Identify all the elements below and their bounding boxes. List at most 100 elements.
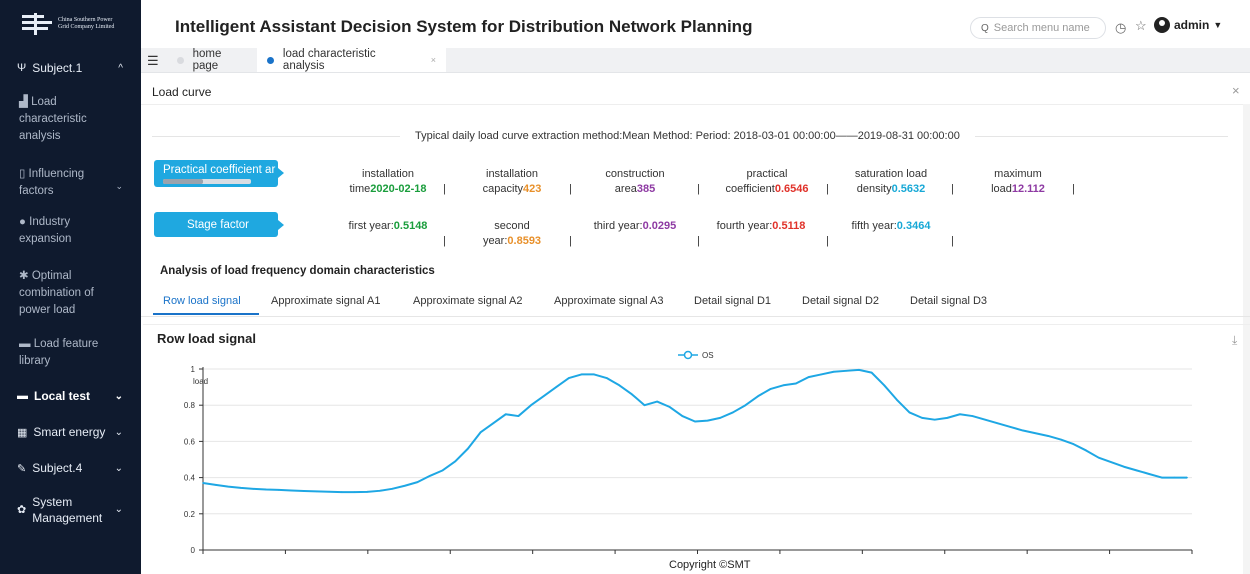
gear-icon: ✿ [17,504,27,516]
data-point [454,460,457,463]
separator: | [569,235,572,247]
data-point [580,373,583,376]
data-point [719,417,722,419]
grid-icon: ▦ [17,426,28,439]
panel-title: Load curve [152,85,212,99]
data-point [315,490,318,493]
sidebar-group-local-test[interactable]: ▬ Local test ⌄ [0,378,141,414]
stat-label: installation [362,168,414,180]
stat-value: 0.6546 [774,183,809,195]
y-tick-label: 0.2 [184,510,196,519]
caret-down-icon: ▼ [1213,20,1223,30]
stat-label: installation [486,168,538,180]
data-point [971,415,974,417]
subject-icon: Ψ [17,62,27,74]
data-point [504,413,507,416]
data-point [1097,456,1100,459]
practical-coefficient-button[interactable]: Practical coefficient ar [154,160,284,187]
y-axis-label: load [193,377,208,386]
stat-label: fifth year: [851,220,897,232]
stat-value: 12.112 [1011,183,1045,195]
logo-mark-icon [22,13,52,35]
data-point [227,485,230,488]
stage-factor-4: fifth year:0.3464 [821,219,961,234]
data-point [782,384,785,387]
sidebar-item-influencing-factors[interactable]: ▯ Influencing factors ⌄ [19,166,123,200]
stat-label: density [856,183,892,195]
user-menu[interactable]: admin ▼ [1154,17,1222,33]
sidebar-item-optimal-combination[interactable]: ✱ Optimal combination of power load [19,268,119,319]
clock-icon[interactable]: ◷ [1115,20,1126,36]
data-point [757,395,759,397]
signal-tab-2[interactable]: Approximate signal A2 [413,295,522,307]
menu-toggle-icon[interactable]: ☰ [147,53,159,69]
circle-icon: ● [19,216,26,228]
close-tab-icon[interactable]: × [431,55,436,65]
data-point [328,490,330,493]
sidebar-group-subject1[interactable]: Ψ Subject.1 ^ [0,50,141,86]
data-point [605,377,608,379]
sidebar-group-subject4[interactable]: ✎ Subject.4 ⌄ [0,450,141,486]
data-point [1186,476,1188,479]
sidebar-group-label: Smart energy [33,425,106,439]
sidebar-group-label: Local test [34,389,91,403]
sidebar-item-load-feature-library[interactable]: ▬ Load feature library [19,336,119,370]
data-point [555,386,558,388]
close-icon[interactable]: × [1232,83,1240,98]
tab-home-page[interactable]: home page [167,48,257,72]
signal-tab-0[interactable]: Row load signal [163,295,241,307]
separator: | [443,235,446,247]
sidebar-item-load-characteristic-analysis[interactable]: ▟ Load characteristic analysis [19,94,119,145]
divider [141,104,1250,105]
stat-label: area [614,183,637,195]
sidebar-group-smart-energy[interactable]: ▦ Smart energy ⌄ [0,414,141,450]
copyright: Copyright ©SMT [669,559,751,571]
signal-tab-1[interactable]: Approximate signal A1 [271,295,380,307]
signal-tab-5[interactable]: Detail signal D2 [802,295,879,307]
signal-tab-6[interactable]: Detail signal D3 [910,295,987,307]
stat-label: first year: [348,220,394,232]
data-point [668,406,671,408]
scrollbar[interactable] [1243,104,1250,574]
data-point [303,490,305,492]
data-point [643,404,646,407]
search-input[interactable]: Q Search menu name [970,17,1106,39]
data-point [694,420,696,423]
data-point [769,388,772,390]
stat-value: 385 [636,183,656,195]
chevron-down-icon: ⌄ [114,426,123,438]
stat-value: 0.5148 [393,220,428,232]
y-tick-label: 1 [191,365,196,374]
stat-label: practical [746,168,788,180]
signal-tab-3[interactable]: Approximate signal A3 [554,295,663,307]
sidebar-group-system-management[interactable]: ✿ System Management ⌄ [0,490,141,530]
sidebar-item-label: Influencing factors [19,168,85,197]
data-point [404,484,406,487]
data-point [1047,435,1050,437]
stat-value: 0.5632 [891,183,926,195]
stat-label: second [494,220,530,232]
stat-label: time [349,183,371,195]
stage-factor-0: first year:0.5148 [318,219,458,234]
signal-tab-4[interactable]: Detail signal D1 [694,295,771,307]
download-icon[interactable]: ⤓ [1232,333,1237,348]
data-point [1123,465,1125,468]
data-point [883,384,886,387]
sidebar-item-industry-expansion[interactable]: ● Industry expansion [19,214,119,248]
data-point [896,398,898,401]
stat-value: 0.5118 [772,220,806,232]
separator: | [951,183,954,195]
legend-marker [683,350,693,360]
data-point [706,419,709,422]
tab-load-characteristic-analysis[interactable]: load characteristic analysis × [257,48,446,72]
data-point [946,417,949,419]
chart-heading: Row load signal [157,331,256,346]
data-point [568,377,570,379]
tools-icon: ✱ [19,270,29,282]
stat-4: saturation load density0.5632 [821,167,961,197]
star-icon[interactable]: ☆ [1135,18,1147,34]
stat-value: 423 [523,183,542,195]
progress-fill [163,178,203,184]
stage-factor-button[interactable]: Stage factor [154,212,284,237]
data-point [492,422,494,425]
